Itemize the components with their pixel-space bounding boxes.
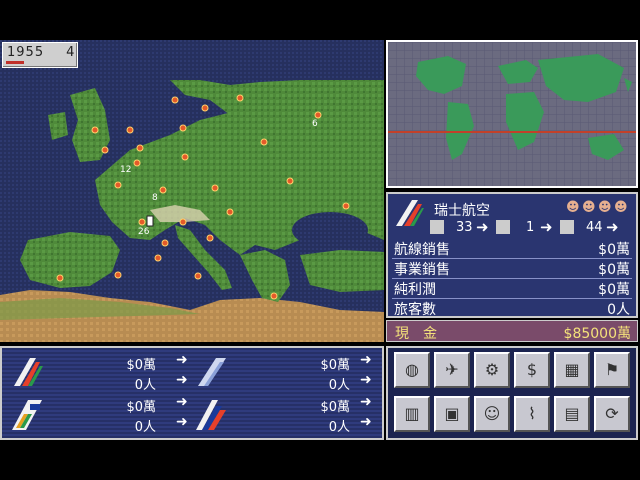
globe-icon[interactable]: ◍ [394,352,430,388]
competitor-money: $0萬 [126,400,156,415]
arrow-icon: ➜ [176,352,188,368]
competitor-people: 0人 [134,378,156,393]
competitor-people: 0人 [134,420,156,435]
cash-label: 現 金 [395,326,437,342]
competitor-money: $0萬 [126,358,156,373]
airline-logo-icon [396,200,424,226]
tv-cm-icon[interactable]: ▣ [434,396,470,432]
calculator-icon[interactable]: ▦ [554,352,590,388]
staff-icons: ☻ ☻ ☻ ☻ [566,200,628,215]
engine-icon[interactable]: ⚙ [474,352,510,388]
stat-row: 旅客數 0人 [394,302,630,318]
competitor-logo-icon [198,358,226,386]
competitor-people: 0人 [328,420,350,435]
arrow-icon: ➜ [606,218,619,236]
arrow-icon: ➜ [360,372,372,388]
arrow-icon: ➜ [540,218,553,236]
competitor-money: $0萬 [320,358,350,373]
stat-planes: 33 [456,220,473,235]
city-number: 6 [312,119,318,129]
competitor-panel: $0萬 0人 ➜ ➜ $0萬 0人 ➜ ➜ $0萬 0人 ➜ ➜ $0萬 0人 … [0,346,384,440]
progress-bar [6,61,24,64]
competitor-logo-icon [14,358,43,386]
route-icon [496,220,510,234]
stat-row: 事業銷售 $0萬 [392,258,632,279]
arrow-icon: ➜ [176,394,188,410]
city-number: 8 [152,193,158,203]
disk-icon[interactable]: ▤ [554,396,590,432]
radio-tower-icon[interactable]: ⌇ [514,396,550,432]
arrow-icon: ➜ [360,414,372,430]
stat-service: 44 [586,220,603,235]
stat-routes: 1 [526,220,535,235]
city-number: 12 [120,165,131,175]
competitor-people: 0人 [328,378,350,393]
competitor-money: $0萬 [320,400,350,415]
month: 4 [66,45,76,60]
meal-icon [560,220,574,234]
arrow-icon: ➜ [176,414,188,430]
cycle-icon[interactable]: ⟳ [594,396,630,432]
stat-row: 航線銷售 $0萬 [392,238,632,259]
building-icon[interactable]: ▥ [394,396,430,432]
arrow-icon: ➜ [360,352,372,368]
airplane-icon[interactable]: ✈ [434,352,470,388]
date-display: 1955 4 [2,42,78,68]
city-number: 26 [138,227,150,237]
airline-name: 瑞士航空 [434,203,490,219]
plane-count-icon [430,220,444,234]
money-icon[interactable]: $ [514,352,550,388]
europe-map[interactable]: 6 12 8 26 [0,40,384,342]
competitor-logo-icon [12,400,42,430]
competitor-logo-icon [196,400,226,430]
world-map[interactable] [386,40,638,188]
arrow-icon: ➜ [360,394,372,410]
arrow-icon: ➜ [176,372,188,388]
year: 1955 [7,45,45,60]
stat-row: 純利潤 $0萬 [392,278,632,299]
cash-bar: 現 金 $85000萬 [386,320,638,342]
arrow-icon: ➜ [476,218,489,236]
cash-value: $85000萬 [563,326,631,342]
person-icon[interactable]: ☺ [474,396,510,432]
command-panel: ◍ ✈ ⚙ $ ▦ ⚑ ▥ ▣ ☺ ⌇ ▤ ⟳ [386,346,638,440]
pin-icon[interactable]: ⚑ [594,352,630,388]
airline-panel: 瑞士航空 ☻ ☻ ☻ ☻ 33 ➜ 1 ➜ 44 ➜ 航線銷售 $0萬 事業銷售 $… [386,192,638,318]
